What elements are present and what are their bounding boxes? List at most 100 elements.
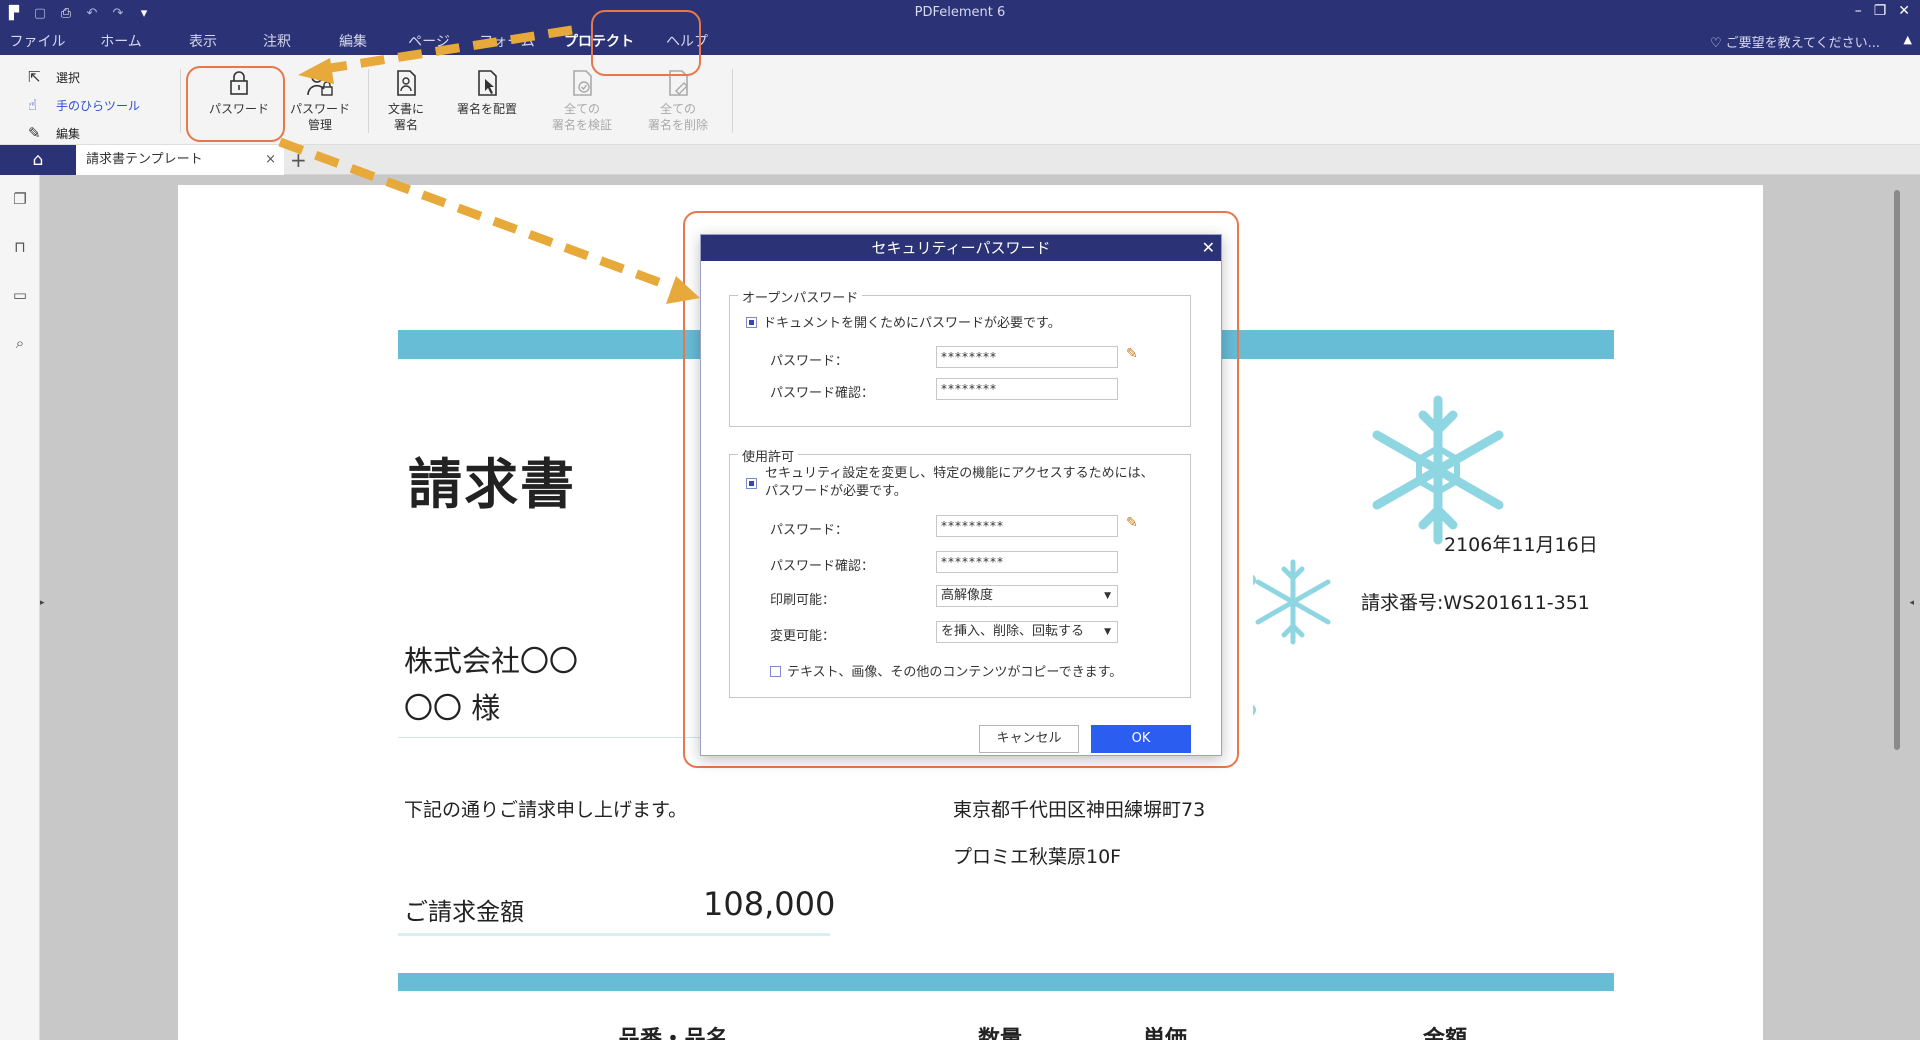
thumbnails-icon[interactable]: ❐ (0, 175, 40, 223)
expand-left-panel-icon[interactable]: ▸ (40, 598, 45, 608)
place-signature-label: 署名を配置 (456, 102, 517, 116)
menu-file[interactable]: ファイル (0, 28, 75, 55)
copy-content-option[interactable]: テキスト、画像、その他のコンテンツがコピーできます。 (770, 661, 1122, 680)
table-header-amount: 金額 (1423, 1027, 1468, 1040)
table-header-item: 品番・品名 (618, 1027, 729, 1040)
delete-all-label-2: 署名を削除 (647, 118, 708, 132)
delete-all-signatures-button[interactable]: 全ての 署名を削除 (636, 69, 720, 133)
feedback-link[interactable]: ♡ ご要望を教えてください... (1710, 32, 1880, 51)
permission-password-field[interactable]: ********* (936, 515, 1118, 537)
feedback-label: ご要望を教えてください... (1725, 36, 1880, 51)
document-tab-label: 請求書テンプレート (86, 152, 203, 167)
permission-checkbox[interactable] (746, 478, 757, 489)
security-password-dialog: セキュリティーパスワード ✕ オープンパスワード ドキュメントを開くためにパスワ… (700, 234, 1222, 756)
minimize-icon[interactable]: – (1855, 3, 1862, 19)
sign-document-button[interactable]: 文書に 署名 (378, 69, 434, 133)
select-tool[interactable]: ⇱ 選択 (28, 63, 140, 91)
invoice-title: 請求書 (408, 453, 576, 516)
permission-password-label: パスワード： (770, 523, 849, 538)
ok-button[interactable]: OK (1091, 725, 1191, 753)
open-password-require[interactable]: ドキュメントを開くためにパスワードが必要です。 (746, 312, 1061, 331)
chevron-down-icon: ▼ (1104, 627, 1111, 637)
close-window-icon[interactable]: ✕ (1898, 3, 1910, 19)
maximize-icon[interactable]: ❐ (1874, 3, 1887, 19)
menu-view[interactable]: 表示 (167, 28, 239, 55)
print-allowed-value: 高解像度 (941, 588, 994, 603)
close-tab-icon[interactable]: × (265, 145, 276, 175)
snowflake-decoration (1253, 395, 1504, 716)
amount-underline (398, 933, 830, 936)
cursor-icon: ⇱ (28, 68, 41, 86)
open-password-confirm-field[interactable]: ******** (936, 378, 1118, 400)
permission-legend: 使用許可 (738, 446, 799, 465)
print-allowed-label: 印刷可能： (770, 593, 836, 608)
menu-home[interactable]: ホーム (75, 28, 167, 55)
open-password-require-label: ドキュメントを開くためにパスワードが必要です。 (763, 316, 1061, 331)
change-allowed-select[interactable]: を挿入、削除、回転する ▼ (936, 621, 1118, 643)
place-signature-button[interactable]: 署名を配置 (446, 69, 528, 117)
sign-document-label-2: 署名 (393, 118, 418, 132)
delete-all-label-1: 全ての (659, 102, 696, 116)
invoice-message: 下記の通りご請求申し上げます。 (404, 799, 688, 821)
user-lock-icon (307, 71, 333, 96)
permission-confirm-field[interactable]: ********* (936, 551, 1118, 573)
home-icon: ⌂ (32, 150, 44, 170)
edit-tool[interactable]: ✎ 編集 (28, 119, 140, 147)
protect-menu-highlight (591, 10, 701, 76)
open-password-checkbox[interactable] (746, 317, 757, 328)
change-allowed-value: を挿入、削除、回転する (941, 624, 1085, 639)
left-sidebar: ❐ ⊓ ▭ ⌕ (0, 175, 40, 1040)
print-allowed-select[interactable]: 高解像度 ▼ (936, 585, 1118, 607)
dialog-title: セキュリティーパスワード (871, 239, 1051, 257)
menu-form[interactable]: フォーム (467, 28, 547, 55)
edit-password-icon[interactable]: ✎ (1126, 346, 1138, 362)
expand-right-panel-icon[interactable]: ◂ (1909, 598, 1914, 608)
password-manage-button[interactable]: パスワード 管理 (284, 69, 356, 133)
change-allowed-label: 変更可能： (770, 629, 836, 644)
dialog-close-icon[interactable]: ✕ (1202, 235, 1215, 261)
new-tab-icon[interactable]: + (290, 145, 307, 175)
dialog-title-bar: セキュリティーパスワード ✕ (701, 235, 1221, 261)
password-manage-label-2: 管理 (307, 118, 332, 132)
password-manage-label-1: パスワード (289, 102, 350, 116)
cancel-button[interactable]: キャンセル (979, 725, 1079, 753)
menu-edit[interactable]: 編集 (315, 28, 391, 55)
document-tab[interactable]: 請求書テンプレート × (76, 145, 284, 175)
open-password-field[interactable]: ******** (936, 346, 1118, 368)
edit-permission-password-icon[interactable]: ✎ (1126, 515, 1138, 531)
verify-all-label-2: 署名を検証 (551, 118, 612, 132)
verify-all-label-1: 全ての (563, 102, 600, 116)
permission-require[interactable]: セキュリティ設定を変更し、特定の機能にアクセスするためには、パスワードが必要です… (746, 465, 1166, 501)
open-password-confirm-label: パスワード確認： (770, 386, 875, 401)
collapse-ribbon-icon[interactable]: ▲ (1904, 33, 1912, 46)
search-icon[interactable]: ⌕ (0, 319, 40, 367)
copy-content-checkbox[interactable] (770, 666, 781, 677)
permission-confirm-label: パスワード確認： (770, 559, 875, 574)
address-line-1: 東京都千代田区神田練塀町73 (953, 799, 1206, 821)
ribbon-separator (368, 69, 369, 133)
bookmark-icon[interactable]: ⊓ (0, 223, 40, 271)
invoice-number: 請求番号:WS201611-351 (1361, 592, 1590, 614)
comment-icon[interactable]: ▭ (0, 271, 40, 319)
permission-group: 使用許可 セキュリティ設定を変更し、特定の機能にアクセスするためには、パスワード… (729, 446, 1191, 698)
ribbon-separator (180, 69, 181, 133)
table-header-price: 単価 (1143, 1027, 1188, 1040)
verify-all-signatures-button[interactable]: 全ての 署名を検証 (540, 69, 624, 133)
home-tab[interactable]: ⌂ (0, 145, 76, 175)
select-tool-label: 選択 (56, 70, 81, 85)
password-button-highlight (186, 66, 285, 142)
sign-document-icon (397, 70, 416, 96)
chevron-down-icon: ▼ (1104, 591, 1111, 601)
vertical-scrollbar[interactable] (1894, 190, 1900, 750)
menu-page[interactable]: ページ (391, 28, 467, 55)
document-tab-bar: ⌂ 請求書テンプレート × + (0, 145, 1920, 175)
window-controls: – ❐ ✕ (1855, 3, 1910, 19)
hand-tool[interactable]: ☝ 手のひらツール (28, 91, 140, 119)
open-password-label: パスワード： (770, 354, 849, 369)
company-name: 株式会社〇〇 (404, 644, 579, 678)
menu-comment[interactable]: 注釈 (239, 28, 315, 55)
table-header-band (398, 973, 1614, 991)
amount-value: 108,000 (703, 885, 836, 923)
edit-icon: ✎ (28, 124, 41, 142)
title-bar: ▛ ▢ ⎙ ↶ ↷ ▾ PDFelement 6 – ❐ ✕ ファイル ホーム … (0, 0, 1920, 55)
